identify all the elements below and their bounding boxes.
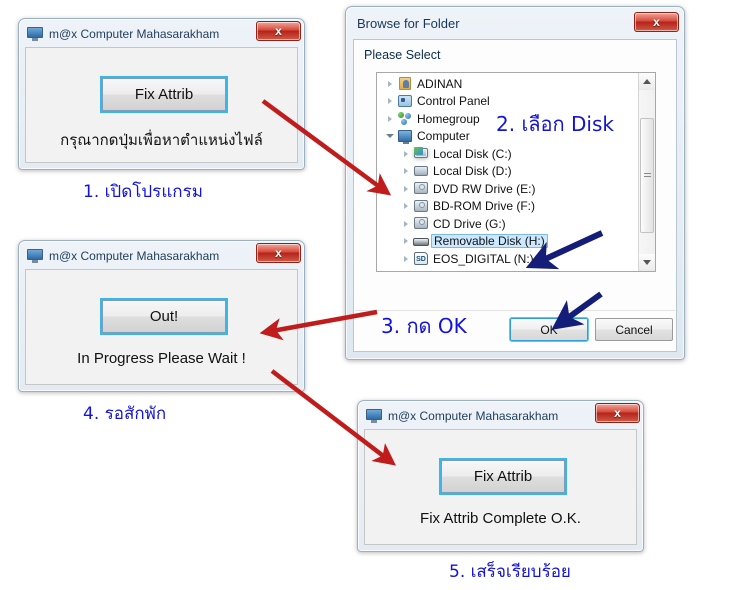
computer-icon (397, 129, 414, 144)
close-icon: x (275, 24, 282, 38)
folder-tree[interactable]: ADINAN Control Panel Homegroup Computer Loca… (376, 72, 656, 272)
chevron-right-icon[interactable] (383, 115, 397, 122)
tree-item-label: BD-ROM Drive (F:) (433, 199, 535, 214)
tree-item-label: Computer (417, 129, 470, 144)
status-message-step4: In Progress Please Wait ! (77, 350, 246, 367)
monitor-icon (27, 27, 43, 41)
monitor-icon (27, 249, 43, 263)
optical-drive-icon (413, 181, 430, 196)
status-message-step5: Fix Attrib Complete O.K. (420, 510, 581, 527)
dialog-body: Please Select ADINAN Control Panel Homegro… (353, 39, 677, 352)
caption-press-ok: 3. กด OK (381, 314, 467, 338)
chevron-right-icon[interactable] (399, 220, 413, 227)
caption-step5: 5. เสร็จเรียบร้อย (449, 562, 571, 582)
tree-item-label: Local Disk (D:) (433, 164, 512, 179)
window-title-step1: m@x Computer Mahasarakham (49, 27, 220, 41)
tree-item[interactable]: DVD RW Drive (E:) (377, 180, 638, 198)
fix-attrib-button-step1[interactable]: Fix Attrib (100, 76, 228, 113)
dialog-titlebar: Browse for Folder x (349, 10, 681, 36)
control-panel-icon (397, 94, 414, 109)
close-icon: x (653, 15, 660, 29)
tree-item-label: Control Panel (417, 94, 490, 109)
status-message-step1: กรุณากดปุ่มเพื่อหาตำแหน่งไฟล์ (60, 132, 263, 149)
titlebar-step5: m@x Computer Mahasarakham x (361, 403, 640, 428)
tree-item[interactable]: CD Drive (G:) (377, 215, 638, 233)
fix-attrib-button-step5[interactable]: Fix Attrib (439, 458, 567, 495)
tree-item[interactable]: Removable Disk (H:) (377, 233, 638, 251)
chevron-right-icon[interactable] (399, 185, 413, 192)
optical-drive-icon (413, 199, 430, 214)
titlebar-step4: m@x Computer Mahasarakham x (22, 243, 301, 268)
window-title-step4: m@x Computer Mahasarakham (49, 249, 220, 263)
close-button-step4[interactable]: x (256, 243, 301, 263)
ok-button[interactable]: OK (509, 317, 589, 342)
dialog-title: Browse for Folder (357, 15, 460, 31)
caption-select-disk: 2. เลือก Disk (496, 112, 614, 136)
browse-for-folder-dialog: Browse for Folder x Please Select ADINAN… (345, 6, 685, 360)
folder-tree-items: ADINAN Control Panel Homegroup Computer Loca… (377, 75, 638, 271)
tree-item-label: EOS_DIGITAL (N:) (433, 251, 534, 266)
scrollbar-thumb[interactable] (640, 118, 654, 233)
close-button-step1[interactable]: x (256, 21, 301, 41)
monitor-icon (366, 409, 382, 423)
chevron-right-icon[interactable] (399, 203, 413, 210)
optical-drive-icon (413, 216, 430, 231)
close-button-dialog[interactable]: x (634, 12, 679, 32)
dialog-prompt: Please Select (364, 48, 441, 62)
chevron-right-icon[interactable] (399, 255, 413, 262)
chevron-right-icon[interactable] (383, 80, 397, 87)
sd-card-icon: SD (413, 251, 430, 266)
close-icon: x (614, 406, 621, 420)
homegroup-icon (397, 111, 414, 126)
out-button-step4[interactable]: Out! (100, 298, 228, 335)
scroll-up-button[interactable] (639, 73, 655, 90)
client-area-step1: Fix Attrib กรุณากดปุ่มเพื่อหาตำแหน่งไฟล์ (25, 47, 298, 163)
system-drive-icon (413, 146, 430, 161)
tree-item[interactable]: Local Disk (C:) (377, 145, 638, 163)
caption-step4: 4. รอสักพัก (83, 404, 167, 424)
scrollbar-grip-icon (643, 172, 651, 179)
tree-item[interactable]: BD-ROM Drive (F:) (377, 198, 638, 216)
tree-item[interactable]: SD EOS_DIGITAL (N:) (377, 250, 638, 268)
tree-item-label: DVD RW Drive (E:) (433, 181, 536, 196)
titlebar-step1: m@x Computer Mahasarakham x (22, 21, 301, 46)
chevron-right-icon[interactable] (383, 98, 397, 105)
tree-item[interactable]: ADINAN (377, 75, 638, 93)
client-area-step4: Out! In Progress Please Wait ! (25, 269, 298, 385)
tree-item-label: Removable Disk (H:) (431, 234, 548, 249)
cancel-button[interactable]: Cancel (595, 318, 673, 341)
chevron-down-icon[interactable] (383, 134, 397, 139)
tree-item-label: Local Disk (C:) (433, 146, 512, 161)
chevron-right-icon[interactable] (399, 168, 413, 175)
user-folder-icon (397, 76, 414, 91)
window-step4: m@x Computer Mahasarakham x Out! In Prog… (18, 240, 305, 392)
close-button-step5[interactable]: x (595, 403, 640, 423)
window-step1: m@x Computer Mahasarakham x Fix Attrib ก… (18, 18, 305, 170)
close-icon: x (275, 246, 282, 260)
scroll-down-button[interactable] (639, 254, 655, 271)
caption-step1: 1. เปิดโปรแกรม (83, 182, 203, 202)
chevron-right-icon[interactable] (399, 150, 413, 157)
tree-item-label: ADINAN (417, 76, 463, 91)
hard-drive-icon (413, 164, 430, 179)
tree-item[interactable]: Local Disk (D:) (377, 163, 638, 181)
client-area-step5: Fix Attrib Fix Attrib Complete O.K. (364, 429, 637, 545)
window-title-step5: m@x Computer Mahasarakham (388, 409, 559, 423)
window-step5: m@x Computer Mahasarakham x Fix Attrib F… (357, 400, 644, 552)
tree-item-label: CD Drive (G:) (433, 216, 506, 231)
tree-item-label: Homegroup (417, 111, 480, 126)
tree-scrollbar[interactable] (638, 73, 655, 271)
chevron-right-icon[interactable] (399, 238, 413, 245)
removable-disk-icon (413, 234, 430, 249)
